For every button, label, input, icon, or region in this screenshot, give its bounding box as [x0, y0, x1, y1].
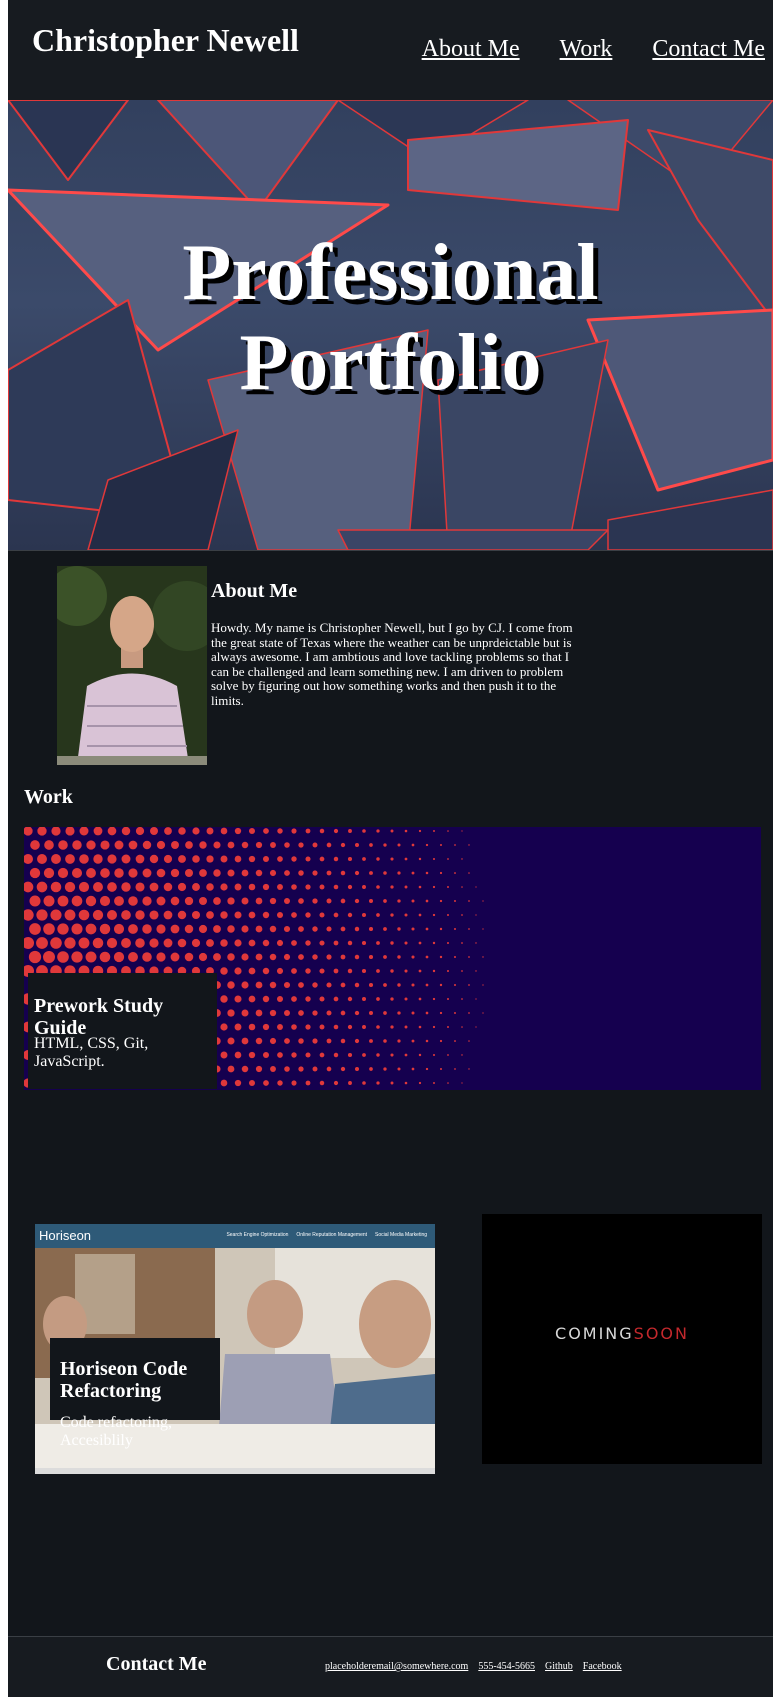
site-footer: Contact Me placeholderemail@somewhere.co… — [8, 1636, 773, 1697]
facebook-link[interactable]: Facebook — [583, 1661, 622, 1672]
project-title: Horiseon Code Refactoring — [60, 1358, 188, 1402]
nav-link-work[interactable]: Work — [560, 36, 613, 63]
site-header: Christopher Newell About Me Work Contact… — [8, 0, 773, 101]
main-nav: About Me Work Contact Me — [422, 36, 765, 63]
hero-title: Professional Portfolio — [8, 228, 773, 408]
profile-photo — [57, 566, 207, 765]
email-link[interactable]: placeholderemail@somewhere.com — [325, 1661, 468, 1672]
project-card-coming-soon[interactable]: COMINGSOON — [482, 1214, 762, 1464]
project-caption: Horiseon Code Refactoring Code refactori… — [50, 1338, 220, 1449]
horiseon-nav-link: Search Engine Optimization — [226, 1232, 289, 1238]
about-text: Howdy. My name is Christopher Newell, bu… — [211, 620, 573, 708]
nav-link-about[interactable]: About Me — [422, 36, 520, 63]
about-heading: About Me — [211, 580, 298, 602]
work-heading: Work — [24, 786, 73, 808]
github-link[interactable]: Github — [545, 1661, 573, 1672]
project-caption: Prework Study Guide HTML, CSS, Git, Java… — [28, 973, 217, 1089]
horiseon-logo: Horiseon — [39, 1228, 92, 1243]
phone-link[interactable]: 555-454-5665 — [478, 1661, 535, 1672]
coming-word: COMING — [555, 1324, 634, 1343]
hero-title-line1: Professional — [182, 229, 599, 317]
soon-word: SOON — [633, 1324, 689, 1343]
horiseon-nav-links: Search Engine Optimization Online Reputa… — [226, 1232, 427, 1238]
horiseon-nav-bar: Horiseon Search Engine Optimization Onli… — [35, 1224, 435, 1248]
page-frame: Christopher Newell About Me Work Contact… — [8, 0, 773, 1697]
coming-soon-text: COMINGSOON — [482, 1324, 762, 1343]
contact-links: placeholderemail@somewhere.com 555-454-5… — [325, 1661, 622, 1672]
project-title: Prework Study Guide — [34, 995, 164, 1039]
contact-heading: Contact Me — [106, 1653, 207, 1675]
horiseon-nav-link: Online Reputation Management — [296, 1232, 368, 1238]
project-card-horiseon[interactable]: Horiseon Search Engine Optimization Onli… — [35, 1224, 435, 1474]
project-card-prework[interactable]: Prework Study Guide HTML, CSS, Git, Java… — [24, 827, 761, 1090]
nav-link-contact[interactable]: Contact Me — [652, 36, 765, 63]
site-name: Christopher Newell — [32, 22, 299, 58]
project-description: HTML, CSS, Git, JavaScript. — [34, 1035, 149, 1070]
project-description: Code refactoring, Accesiblily — [60, 1414, 172, 1449]
hero-title-line2: Portfolio — [239, 319, 542, 407]
hero-banner: Professional Portfolio — [8, 100, 773, 551]
horiseon-nav-link: Social Media Marketing — [375, 1232, 427, 1238]
